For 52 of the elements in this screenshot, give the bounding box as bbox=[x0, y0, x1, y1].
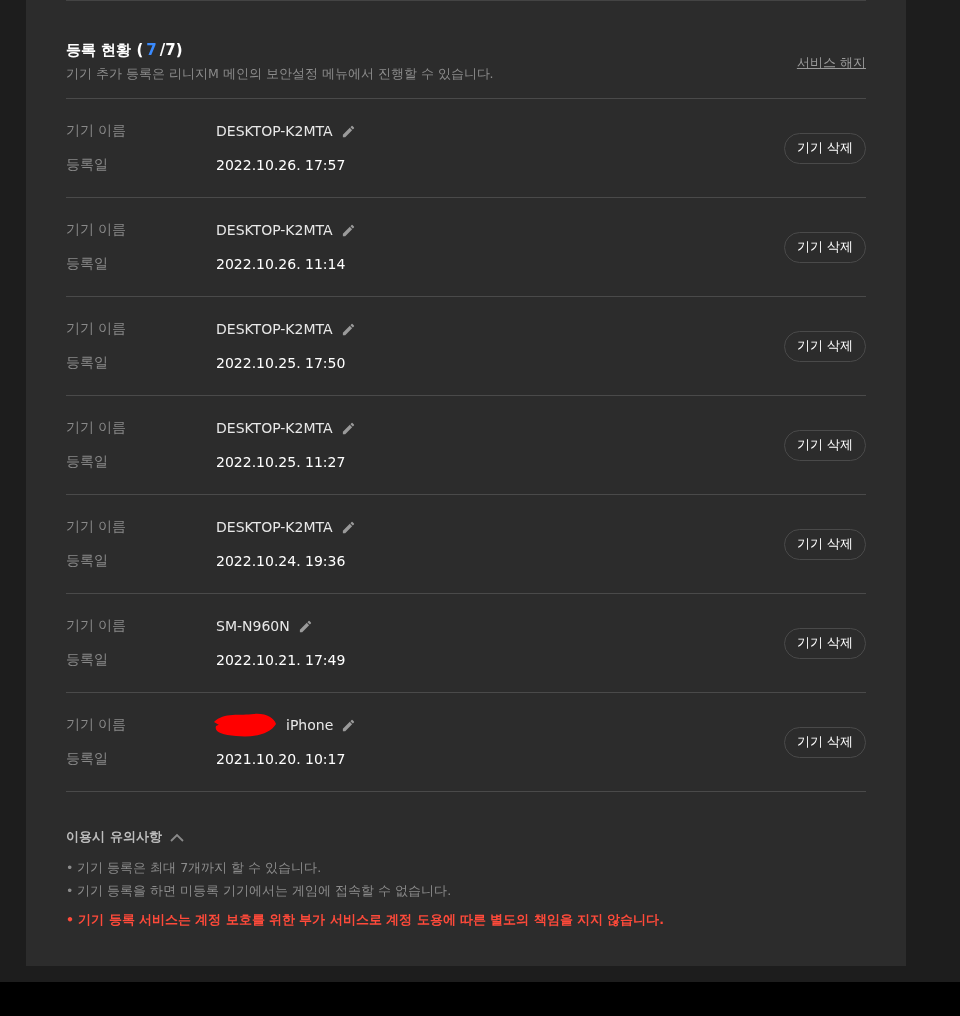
pencil-icon[interactable] bbox=[340, 222, 356, 238]
device-name: DESKTOP-K2MTA bbox=[216, 321, 333, 337]
pencil-icon[interactable] bbox=[340, 321, 356, 337]
field-label: 등록일 bbox=[66, 255, 109, 273]
registration-date: 2021.10.20. 10:17 bbox=[216, 751, 346, 767]
pencil-icon[interactable] bbox=[340, 519, 356, 535]
device-name: iPhone bbox=[286, 717, 334, 733]
field-label: 기기 이름 bbox=[66, 320, 128, 338]
notice-item: • 기기 등록은 최대 7개까지 할 수 있습니다. bbox=[66, 860, 323, 877]
field-label: 등록일 bbox=[66, 453, 109, 471]
field-label: 등록일 bbox=[66, 552, 109, 570]
delete-device-button[interactable]: 기기 삭제 bbox=[784, 330, 866, 362]
registration-date: 2022.10.24. 19:36 bbox=[216, 553, 346, 569]
registration-date: 2022.10.25. 17:50 bbox=[216, 355, 346, 371]
pencil-icon[interactable] bbox=[340, 420, 356, 436]
device-name: DESKTOP-K2MTA bbox=[216, 123, 333, 139]
notice-toggle[interactable]: 이용시 유의사항 bbox=[66, 828, 866, 846]
notice-item: • 기기 등록 서비스는 계정 보호를 위한 부가 서비스로 계정 도용에 따른 별도의 책임을 지지 않습니다. bbox=[66, 912, 665, 929]
device-limit: /7) bbox=[159, 41, 183, 59]
field-label: 기기 이름 bbox=[66, 221, 128, 239]
device-name: DESKTOP-K2MTA bbox=[216, 420, 333, 436]
field-label: 기기 이름 bbox=[66, 617, 128, 635]
registration-date: 2022.10.21. 17:49 bbox=[216, 652, 346, 668]
pencil-icon[interactable] bbox=[341, 717, 357, 733]
field-label: 등록일 bbox=[66, 750, 109, 768]
registered-count: 7 bbox=[146, 41, 157, 59]
section-description: 기기 추가 등록은 리니지M 메인의 보안설정 메뉴에서 진행할 수 있습니다. bbox=[66, 66, 494, 83]
chevron-icon bbox=[169, 832, 184, 842]
field-label: 기기 이름 bbox=[66, 518, 128, 536]
field-label: 등록일 bbox=[66, 354, 109, 372]
device-name: DESKTOP-K2MTA bbox=[216, 519, 333, 535]
pencil-icon[interactable] bbox=[340, 123, 356, 139]
delete-device-button[interactable]: 기기 삭제 bbox=[784, 231, 866, 263]
registration-date: 2022.10.26. 11:14 bbox=[216, 256, 346, 272]
field-label: 등록일 bbox=[66, 651, 109, 669]
field-label: 기기 이름 bbox=[66, 419, 128, 437]
registration-date: 2022.10.26. 17:57 bbox=[216, 157, 346, 173]
delete-device-button[interactable]: 기기 삭제 bbox=[784, 528, 866, 560]
registration-date: 2022.10.25. 11:27 bbox=[216, 454, 346, 470]
notice-item: • 기기 등록을 하면 미등록 기기에서는 게임에 접속할 수 없습니다. bbox=[66, 883, 453, 900]
pencil-icon[interactable] bbox=[297, 618, 313, 634]
field-label: 등록일 bbox=[66, 156, 109, 174]
delete-device-button[interactable]: 기기 삭제 bbox=[784, 627, 866, 659]
field-label: 기기 이름 bbox=[66, 122, 128, 140]
field-label: 기기 이름 bbox=[66, 716, 128, 734]
section-title: 등록 현황 ( bbox=[66, 41, 144, 60]
cancel-service-link[interactable]: 서비스 해지 bbox=[796, 54, 866, 83]
delete-device-button[interactable]: 기기 삭제 bbox=[784, 429, 866, 461]
device-name: DESKTOP-K2MTA bbox=[216, 222, 333, 238]
delete-device-button[interactable]: 기기 삭제 bbox=[784, 726, 866, 758]
device-name: SM-N960N bbox=[216, 618, 290, 634]
delete-device-button[interactable]: 기기 삭제 bbox=[784, 132, 866, 164]
